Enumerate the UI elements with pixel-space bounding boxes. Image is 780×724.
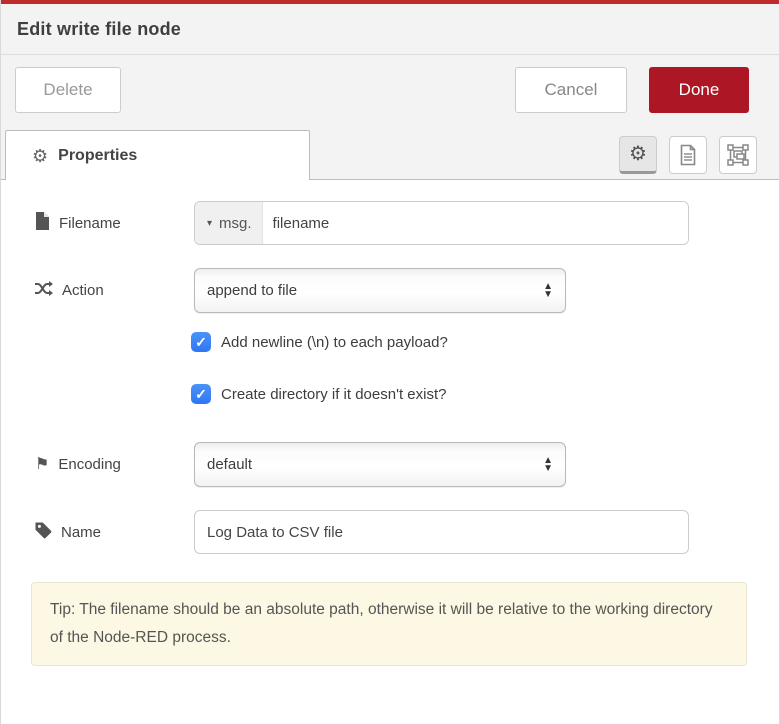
done-button[interactable]: Done [649,67,749,113]
action-row: Action append to file ▲ ▼ [35,268,745,313]
select-stepper-icon: ▲ ▼ [543,283,553,298]
newline-checkbox-label[interactable]: Add newline (\n) to each payload? [221,334,448,351]
check-icon: ✓ [195,387,207,401]
filename-row: Filename ▾ msg. [35,201,745,245]
file-icon [35,212,50,234]
tab-bar: ⚙ Properties ⚙ [1,125,779,180]
create-directory-checkbox-row[interactable]: ✓ Create directory if it doesn't exist? [35,384,745,404]
action-label: Action [35,281,194,300]
filename-input[interactable] [263,202,688,244]
filename-label: Filename [35,212,194,234]
properties-panel: Filename ▾ msg. [1,180,779,666]
newline-checkbox-row[interactable]: ✓ Add newline (\n) to each payload? [35,332,745,352]
properties-view-button[interactable]: ⚙ [619,136,657,174]
tab-properties-label: Properties [58,147,137,165]
dialog-title: Edit write file node [17,19,181,40]
action-select[interactable]: append to file ▲ ▼ [194,268,566,313]
newline-checkbox[interactable]: ✓ [191,332,211,352]
name-input[interactable] [194,510,689,554]
dialog-button-tray: Delete Cancel Done [1,55,779,125]
gear-icon: ⚙ [32,147,48,165]
flag-icon: ⚑ [35,457,49,473]
gear-icon: ⚙ [629,144,647,164]
encoding-row: ⚑ Encoding default ▲ ▼ [35,442,745,487]
check-icon: ✓ [195,335,207,349]
delete-button[interactable]: Delete [15,67,121,113]
filename-typed-input: ▾ msg. [194,201,689,245]
name-label: Name [35,522,194,543]
shuffle-icon [35,281,53,300]
appearance-view-button[interactable] [719,136,757,174]
encoding-label: ⚑ Encoding [35,456,194,473]
name-row: Name [35,510,745,554]
edit-write-file-node-dialog: Edit write file node Delete Cancel Done … [0,0,780,724]
editor-view-buttons: ⚙ [619,136,757,174]
description-view-button[interactable] [669,136,707,174]
tab-properties[interactable]: ⚙ Properties [5,130,310,180]
create-directory-checkbox[interactable]: ✓ [191,384,211,404]
caret-down-icon: ▾ [207,218,212,229]
select-stepper-icon: ▲ ▼ [543,457,553,472]
form-tip: Tip: The filename should be an absolute … [31,582,747,666]
document-icon [678,144,698,166]
filename-type-select[interactable]: ▾ msg. [195,202,263,244]
appearance-icon [727,144,749,166]
cancel-button[interactable]: Cancel [515,67,627,113]
filename-type-label: msg. [219,215,252,232]
create-directory-checkbox-label[interactable]: Create directory if it doesn't exist? [221,386,446,403]
encoding-select[interactable]: default ▲ ▼ [194,442,566,487]
tag-icon [35,522,52,543]
encoding-select-value: default [207,456,543,473]
action-select-value: append to file [207,282,543,299]
dialog-header: Edit write file node [1,4,779,55]
